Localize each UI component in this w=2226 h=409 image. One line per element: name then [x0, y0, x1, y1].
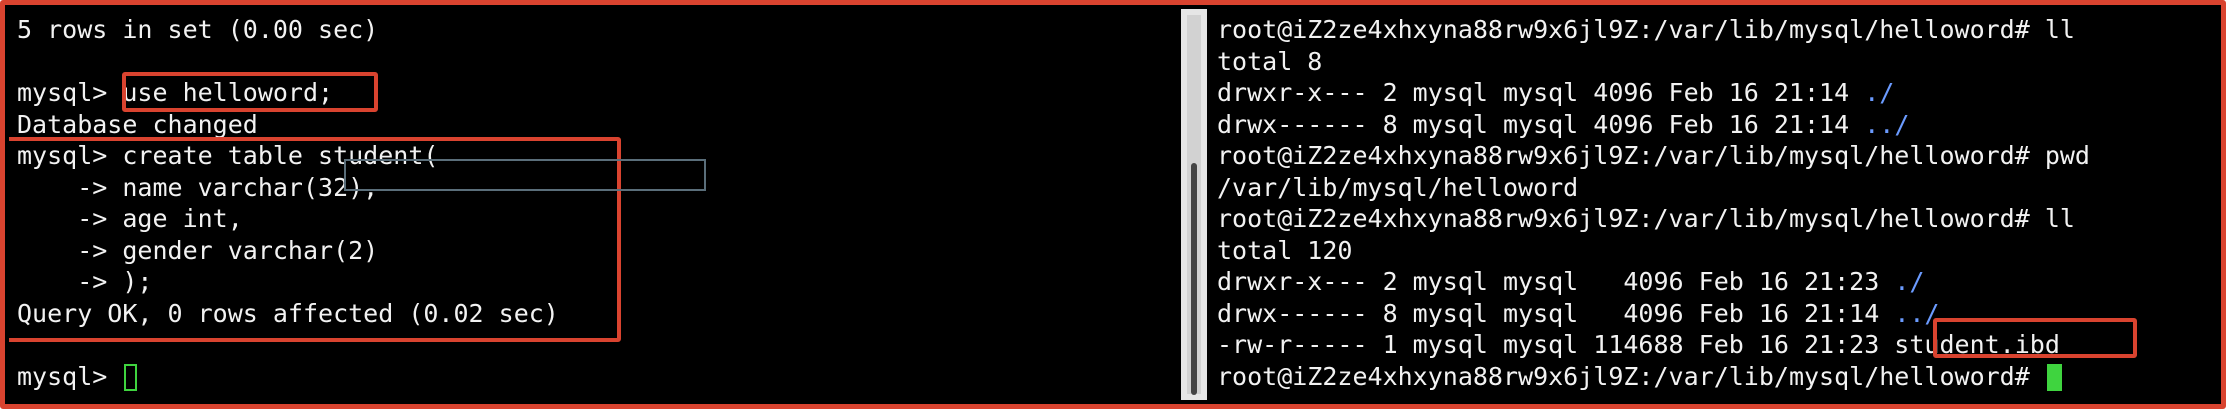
right-terminal-output: root@iZ2ze4xhxyna88rw9x6jl9Z:/var/lib/my…: [1217, 14, 2221, 393]
terminal-line: mysql> create table student(: [17, 141, 439, 170]
terminal-line: root@iZ2ze4xhxyna88rw9x6jl9Z:/var/lib/my…: [1217, 204, 2075, 233]
terminal-prompt-line[interactable]: root@iZ2ze4xhxyna88rw9x6jl9Z:/var/lib/my…: [1217, 361, 2221, 393]
directory-name: ../: [1864, 109, 1910, 139]
terminal-line: total 120: [1217, 235, 1353, 265]
terminal-line: mysql> use helloword;: [17, 78, 334, 107]
listing-entry: drwxr-x--- 2 mysql mysql 4096 Feb 16 21:…: [1217, 78, 1865, 107]
terminal-line: Database changed: [17, 109, 258, 139]
terminal-line: drwxr-x--- 2 mysql mysql 4096 Feb 16 21:…: [1217, 266, 2221, 298]
terminal-line: -> );: [17, 267, 153, 296]
terminal-line: drwx------ 8 mysql mysql 4096 Feb 16 21:…: [1217, 109, 2221, 141]
scrollbar-thumb[interactable]: [1191, 163, 1197, 395]
listing-entry: drwx------ 8 mysql mysql 4096 Feb 16 21:…: [1217, 109, 1865, 139]
right-terminal-pane[interactable]: root@iZ2ze4xhxyna88rw9x6jl9Z:/var/lib/my…: [1209, 9, 2221, 400]
text-cursor: [124, 364, 138, 391]
screenshot-frame: 5 rows in set (0.00 sec) mysql> use hell…: [0, 0, 2226, 409]
left-terminal-output: 5 rows in set (0.00 sec) mysql> use hell…: [17, 14, 1181, 392]
shell-prompt: root@iZ2ze4xhxyna88rw9x6jl9Z:/var/lib/my…: [1217, 361, 2045, 391]
mysql-prompt: mysql>: [17, 361, 123, 391]
terminal-line: -> name varchar(32),: [17, 172, 379, 202]
listing-entry: drwx------ 8 mysql mysql 4096 Feb 16 21:…: [1217, 298, 1895, 328]
terminal-line: root@iZ2ze4xhxyna88rw9x6jl9Z:/var/lib/my…: [1217, 141, 2090, 170]
directory-name: ./: [1894, 267, 1925, 296]
terminal-line: drwxr-x--- 2 mysql mysql 4096 Feb 16 21:…: [1217, 77, 2221, 109]
directory-name: ./: [1864, 78, 1895, 107]
terminal-line: -rw-r----- 1 mysql mysql 114688 Feb 16 2…: [1217, 330, 2060, 359]
listing-entry: drwxr-x--- 2 mysql mysql 4096 Feb 16 21:…: [1217, 267, 1895, 296]
text-cursor: [2046, 364, 2062, 391]
terminal-line: drwx------ 8 mysql mysql 4096 Feb 16 21:…: [1217, 298, 2221, 330]
terminal-line: 5 rows in set (0.00 sec): [17, 15, 379, 44]
terminal-line: total 8: [1217, 46, 1323, 76]
terminal-line: -> age int,: [17, 204, 243, 233]
terminal-line: Query OK, 0 rows affected (0.02 sec): [17, 298, 559, 328]
terminal-prompt-line[interactable]: mysql>: [17, 361, 1181, 393]
directory-name: ../: [1894, 298, 1940, 328]
terminal-line: root@iZ2ze4xhxyna88rw9x6jl9Z:/var/lib/my…: [1217, 15, 2075, 44]
terminal-line: -> gender varchar(2): [17, 235, 379, 265]
terminal-line: /var/lib/mysql/helloword: [1217, 172, 1579, 202]
left-terminal-pane[interactable]: 5 rows in set (0.00 sec) mysql> use hell…: [9, 9, 1181, 400]
